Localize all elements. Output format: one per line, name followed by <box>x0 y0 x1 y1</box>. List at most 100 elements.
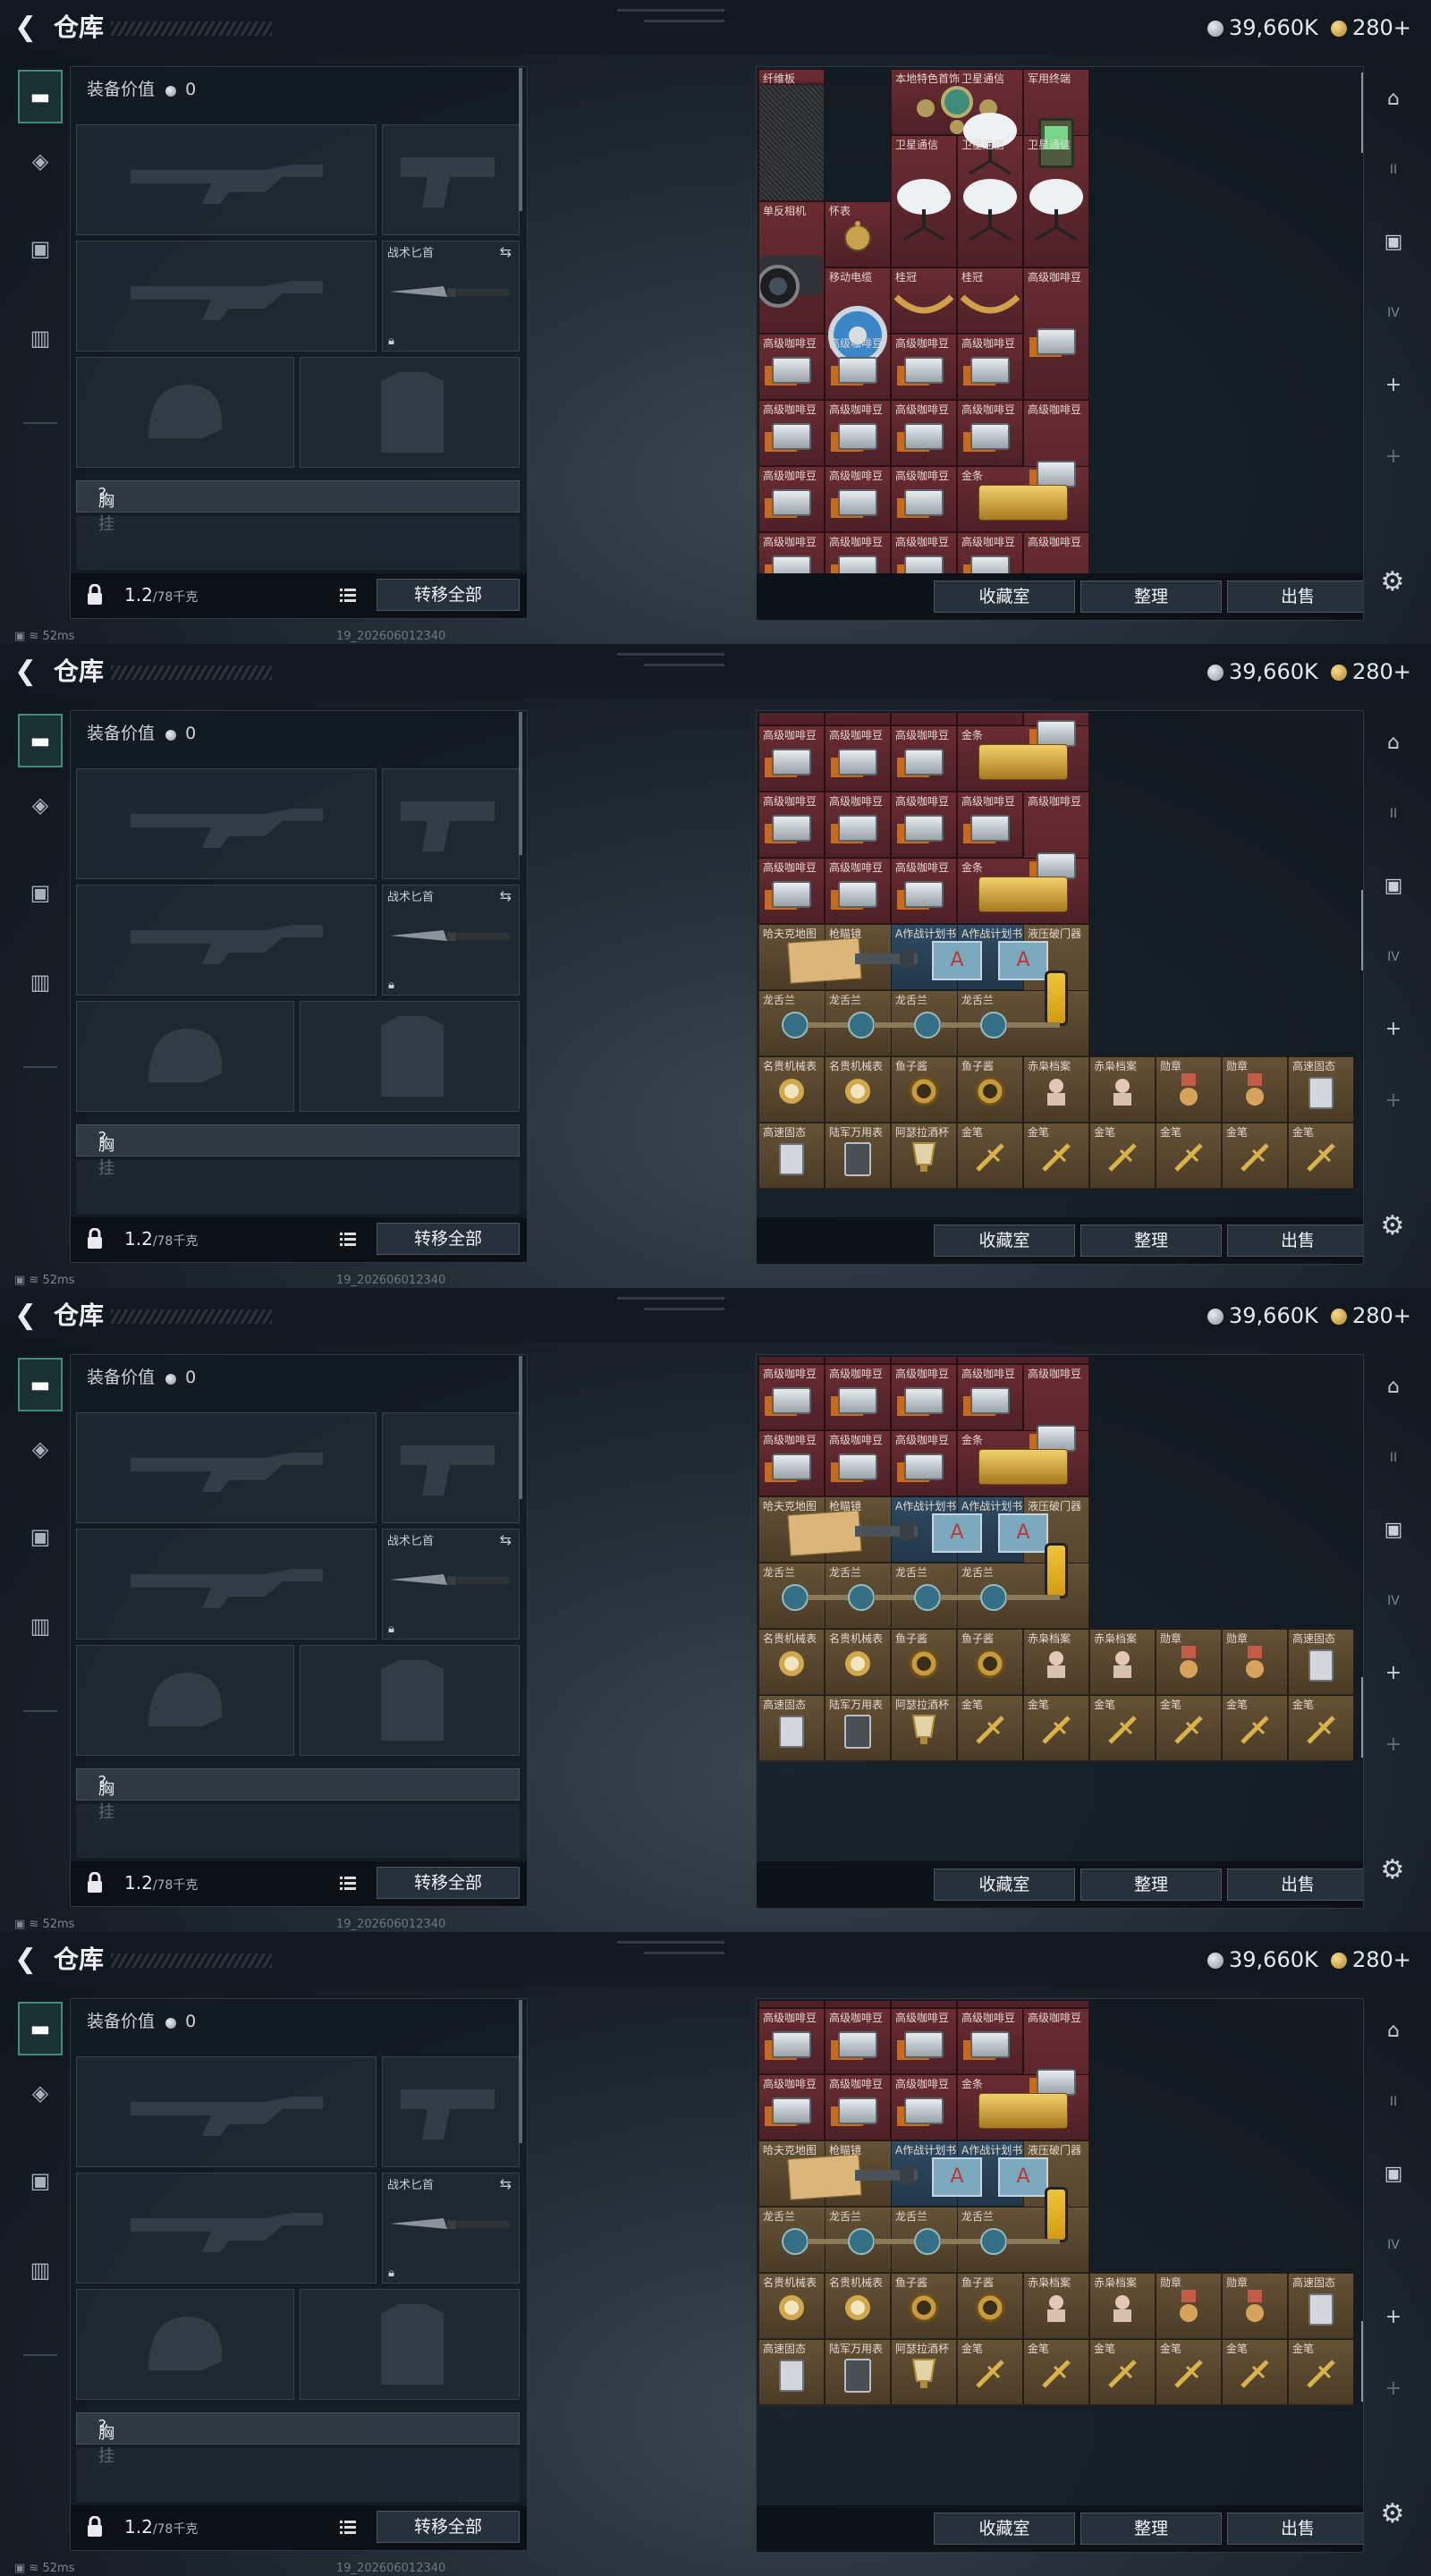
item-coffee[interactable]: 高级咖啡豆 <box>758 334 825 400</box>
item-coffee[interactable]: 高级咖啡豆 <box>825 1357 891 1364</box>
item-medal[interactable]: 勋章 <box>1156 2273 1222 2339</box>
stash-button-2[interactable]: 出售 <box>1227 2512 1363 2545</box>
item-coffee[interactable]: 高级咖啡豆 <box>758 1357 825 1364</box>
sidebar-tab-2[interactable]: ▣ <box>18 1510 63 1563</box>
stash-grid-viewport[interactable]: 纤维板 本地特色首饰 卫星通信 军用终端 卫星通信 卫星通信 卫星通信 单反相机… <box>757 1357 1363 1861</box>
stash-button-2[interactable]: 出售 <box>1227 580 1363 613</box>
item-coffee[interactable]: 高级咖啡豆 <box>891 466 957 532</box>
item-fish_eye[interactable]: 鱼子酱 <box>891 2273 957 2339</box>
page-iv-icon[interactable]: IV <box>1377 2229 1410 2261</box>
item-cup[interactable]: 阿瑟拉酒杯 <box>891 2339 957 2405</box>
item-camera[interactable]: 单反相机 <box>758 201 825 334</box>
sidebar-tab-3[interactable]: ▥ <box>18 2243 63 2297</box>
item-chain[interactable]: 桂冠 <box>891 267 957 334</box>
item-safe[interactable]: 陆军万用表 <box>825 2339 891 2405</box>
helmet-slot[interactable] <box>76 1001 294 1112</box>
chest-rig-header[interactable]: 胸挂 ? <box>76 1124 520 1178</box>
knife-slot[interactable]: 战术匕首 ⇆ 🔒︎ <box>382 241 520 352</box>
item-cup[interactable]: 阿瑟拉酒杯 <box>891 1123 957 1189</box>
item-drive[interactable]: 高速固态 <box>758 2339 825 2405</box>
armor-slot[interactable] <box>300 1001 520 1112</box>
primary-weapon-slot[interactable] <box>76 768 377 879</box>
item-fish_eye[interactable]: 鱼子酱 <box>957 2273 1023 2339</box>
gold-currency[interactable]: 280+ <box>1331 1945 1411 1975</box>
item-pen[interactable]: 金笔 <box>1222 1695 1288 1761</box>
silver-currency[interactable]: 39,660K <box>1207 657 1318 687</box>
item-coffee[interactable]: 高级咖啡豆 <box>891 2074 957 2140</box>
item-medal[interactable]: 勋章 <box>1222 1056 1288 1123</box>
item-gold[interactable]: 金条 <box>957 2001 1089 2008</box>
item-coffee[interactable]: 高级咖啡豆 <box>891 334 957 400</box>
add-tab-icon[interactable]: + <box>1377 369 1410 401</box>
helmet-slot[interactable] <box>76 357 294 468</box>
sidebar-tab-0[interactable]: ▬ <box>18 714 63 767</box>
item-drive[interactable]: 高速固态 <box>1288 1056 1354 1123</box>
item-safe[interactable]: 陆军万用表 <box>825 1695 891 1761</box>
item-coffee[interactable]: 高级咖啡豆 <box>758 1364 825 1430</box>
item-coffee[interactable]: 高级咖啡豆 <box>758 466 825 532</box>
item-pen[interactable]: 金笔 <box>1089 1123 1156 1189</box>
stash-button-0[interactable]: 收藏室 <box>934 1868 1075 1901</box>
item-gold[interactable]: 金条 <box>957 1357 1089 1364</box>
item-watch[interactable]: 名贵机械表 <box>825 1056 891 1123</box>
item-coffee[interactable]: 高级咖啡豆 <box>758 725 825 792</box>
stash-button-2[interactable]: 出售 <box>1227 1868 1363 1901</box>
item-pen[interactable]: 金笔 <box>1288 1695 1354 1761</box>
stash-button-0[interactable]: 收藏室 <box>934 580 1075 613</box>
secondary-weapon-slot[interactable] <box>76 1529 377 1640</box>
back-button[interactable]: ❮ <box>14 657 37 687</box>
loadout-scrollbar[interactable] <box>519 1356 522 1499</box>
secondary-weapon-slot[interactable] <box>76 885 377 996</box>
list-icon[interactable] <box>339 586 357 604</box>
item-coffee[interactable]: 高级咖啡豆 <box>758 792 825 858</box>
stash-button-2[interactable]: 出售 <box>1227 1224 1363 1257</box>
stash-scrollbar[interactable] <box>1361 890 1363 970</box>
item-pen[interactable]: 金笔 <box>1222 2339 1288 2405</box>
item-coffee[interactable]: 高级咖啡豆 <box>957 713 1023 725</box>
item-pen[interactable]: 金笔 <box>1023 2339 1089 2405</box>
swap-icon[interactable]: ⇆ <box>500 1531 512 1548</box>
sidebar-tab-3[interactable]: ▥ <box>18 1599 63 1653</box>
stash-tab-active-icon[interactable]: ▣ <box>1377 2157 1410 2190</box>
item-drive[interactable]: 高速固态 <box>758 1695 825 1761</box>
item-pen[interactable]: 金笔 <box>1089 1695 1156 1761</box>
item-coffee[interactable]: 高级咖啡豆 <box>957 1364 1023 1430</box>
loadout-scrollbar[interactable] <box>519 68 522 211</box>
item-coffee[interactable]: 高级咖啡豆 <box>758 400 825 466</box>
item-pen[interactable]: 金笔 <box>1156 2339 1222 2405</box>
item-watch[interactable]: 名贵机械表 <box>825 2273 891 2339</box>
item-pen[interactable]: 金笔 <box>1156 1695 1222 1761</box>
gear-icon[interactable]: ⚙ <box>1377 567 1408 597</box>
item-coffee[interactable]: 高级咖啡豆 <box>825 532 891 573</box>
item-coffee[interactable]: 高级咖啡豆 <box>957 792 1023 858</box>
item-coffee[interactable]: 高级咖啡豆 <box>891 858 957 924</box>
item-coffee[interactable]: 高级咖啡豆 <box>758 1430 825 1496</box>
sidebar-tab-1[interactable]: ◈ <box>18 1422 63 1476</box>
silver-currency[interactable]: 39,660K <box>1207 13 1318 43</box>
page-ii-icon[interactable]: II <box>1377 2086 1410 2118</box>
pistol-slot[interactable] <box>382 124 520 235</box>
item-chain[interactable]: 桂冠 <box>957 267 1023 334</box>
item-satellite[interactable]: 卫星通信 <box>891 135 957 267</box>
item-coffee[interactable]: 高级咖啡豆 <box>1023 532 1089 573</box>
stash-button-1[interactable]: 整理 <box>1080 1224 1222 1257</box>
item-watch[interactable]: 名贵机械表 <box>758 2273 825 2339</box>
item-medal[interactable]: 勋章 <box>1156 1056 1222 1123</box>
item-coffee[interactable]: 高级咖啡豆 <box>1023 267 1089 400</box>
list-icon[interactable] <box>339 1230 357 1248</box>
silver-currency[interactable]: 39,660K <box>1207 1301 1318 1331</box>
item-coffee[interactable]: 高级咖啡豆 <box>758 858 825 924</box>
sidebar-tab-2[interactable]: ▣ <box>18 222 63 275</box>
item-medal[interactable]: 勋章 <box>1222 2273 1288 2339</box>
item-pocket_watch[interactable]: 怀表 <box>825 201 891 267</box>
item-dragon[interactable]: 龙舌兰 <box>957 2207 1089 2273</box>
item-coffee[interactable]: 高级咖啡豆 <box>758 2008 825 2074</box>
gold-currency[interactable]: 280+ <box>1331 13 1411 43</box>
item-drive[interactable]: 高速固态 <box>758 1123 825 1189</box>
armor-slot[interactable] <box>300 1645 520 1756</box>
back-button[interactable]: ❮ <box>14 1301 37 1331</box>
vault-icon[interactable]: ⌂ <box>1377 82 1410 114</box>
item-drive[interactable]: 高速固态 <box>1288 2273 1354 2339</box>
vault-icon[interactable]: ⌂ <box>1377 2014 1410 2046</box>
add-tab-icon[interactable]: + <box>1377 1657 1410 1689</box>
